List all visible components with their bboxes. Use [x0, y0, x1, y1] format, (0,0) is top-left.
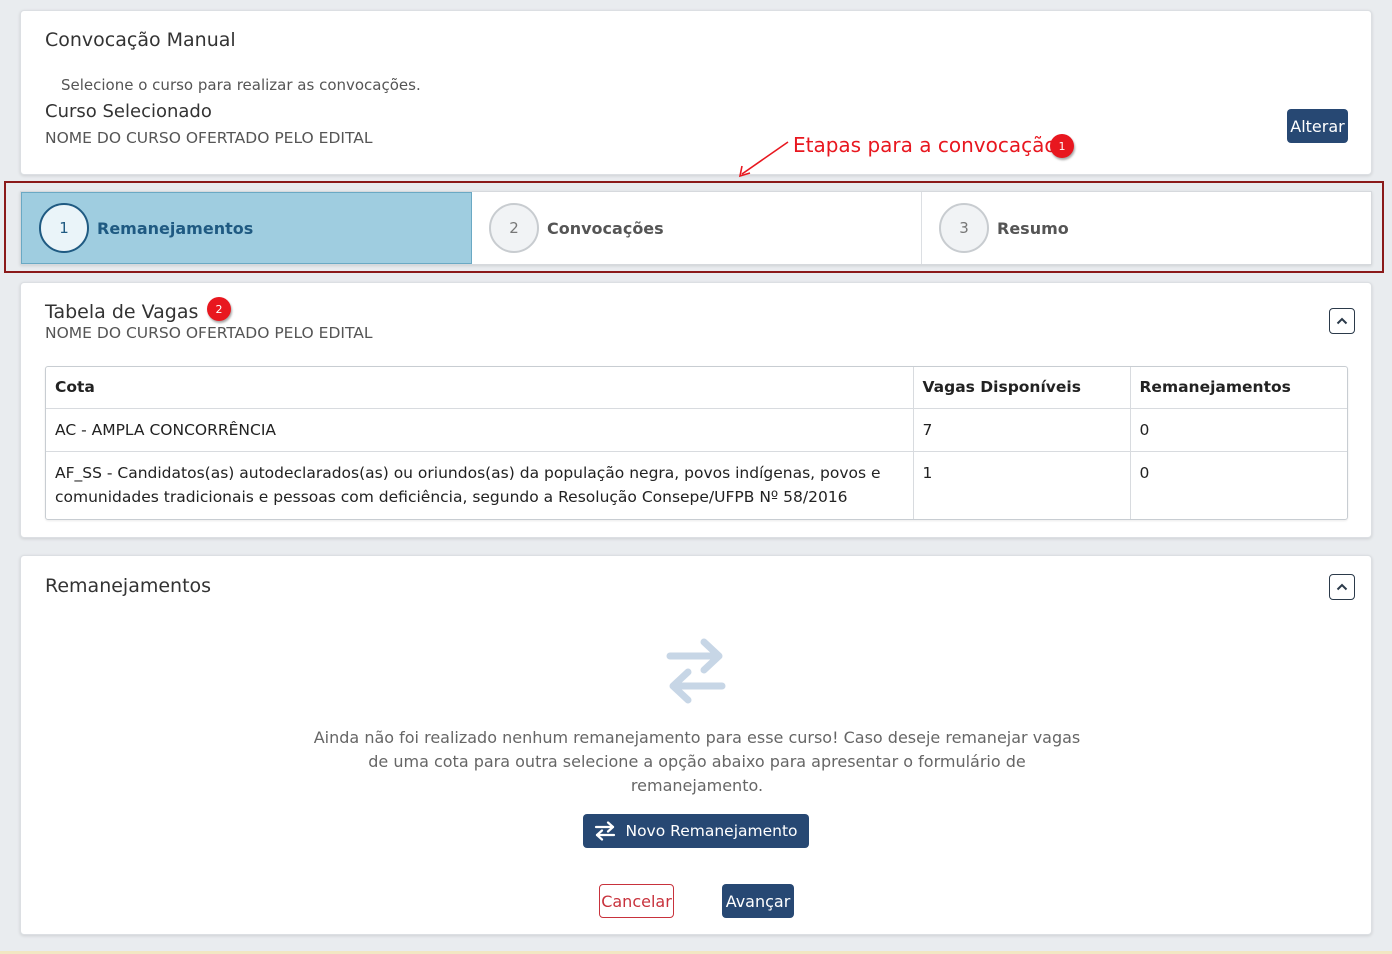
vagas-table: Cota Vagas Disponíveis Remanejamentos AC…: [45, 366, 1348, 520]
step-number: 1: [39, 203, 89, 253]
step-label: Resumo: [997, 218, 1069, 238]
change-course-button[interactable]: Alterar: [1287, 109, 1348, 143]
step-number: 3: [939, 203, 989, 253]
step-number: 2: [489, 203, 539, 253]
cell-remanejamentos: 0: [1129, 408, 1347, 452]
course-selection-card: Convocação Manual Selecione o curso para…: [20, 10, 1372, 175]
step-remanejamentos[interactable]: 1 Remanejamentos: [21, 192, 472, 264]
annotation-badge-1: 1: [1050, 134, 1074, 158]
step-resumo[interactable]: 3 Resumo: [922, 192, 1371, 264]
cell-cota: AF_SS - Candidatos(as) autodeclarados(as…: [55, 463, 881, 506]
annotation-arrow-icon: [738, 141, 789, 178]
empty-remanejamentos-message: Ainda não foi realizado nenhum remanejam…: [313, 728, 1081, 795]
next-button[interactable]: Avançar: [722, 884, 794, 918]
selected-course-name: NOME DO CURSO OFERTADO PELO EDITAL: [45, 129, 373, 147]
collapse-vagas-button[interactable]: [1329, 308, 1355, 334]
column-header-remanejamentos: Remanejamentos: [1129, 367, 1347, 409]
vagas-card: Tabela de Vagas 2 NOME DO CURSO OFERTADO…: [20, 282, 1372, 538]
cell-vagas: 1: [912, 451, 1130, 519]
course-instruction: Selecione o curso para realizar as convo…: [61, 76, 421, 94]
remanejamentos-title: Remanejamentos: [45, 575, 212, 597]
chevron-up-icon: [1336, 583, 1348, 591]
new-remanejamento-label: Novo Remanejamento: [625, 822, 798, 840]
column-header-cota: Cota: [46, 367, 913, 409]
table-row: AC - AMPLA CONCORRÊNCIA 7 0: [46, 408, 1347, 452]
stepper: 1 Remanejamentos 2 Convocações 3 Resumo: [20, 191, 1372, 265]
vagas-title: Tabela de Vagas: [45, 301, 199, 323]
selected-course-label: Curso Selecionado: [45, 101, 212, 122]
step-label: Remanejamentos: [97, 218, 254, 238]
table-row: AF_SS - Candidatos(as) autodeclarados(as…: [46, 451, 1347, 519]
swap-arrows-icon: [666, 638, 726, 704]
cell-remanejamentos: 0: [1129, 451, 1347, 519]
column-header-vagas: Vagas Disponíveis: [912, 367, 1130, 409]
new-remanejamento-button[interactable]: Novo Remanejamento: [583, 814, 809, 848]
step-label: Convocações: [547, 218, 664, 238]
cell-cota: AC - AMPLA CONCORRÊNCIA: [46, 408, 913, 452]
collapse-remanejamentos-button[interactable]: [1329, 574, 1355, 600]
remanejamentos-card: Remanejamentos Ainda não foi realizado n…: [20, 555, 1372, 935]
table-header-row: Cota Vagas Disponíveis Remanejamentos: [46, 367, 1347, 409]
chevron-up-icon: [1336, 317, 1348, 325]
vagas-course-name: NOME DO CURSO OFERTADO PELO EDITAL: [45, 324, 373, 342]
page-title: Convocação Manual: [45, 29, 236, 51]
annotation-badge-2: 2: [207, 297, 231, 321]
swap-arrows-icon: [595, 821, 616, 841]
step-convocacoes[interactable]: 2 Convocações: [472, 192, 922, 264]
steps-annotation-text: Etapas para a convocação: [793, 133, 1057, 157]
cancel-button[interactable]: Cancelar: [599, 884, 674, 918]
cell-vagas: 7: [912, 408, 1130, 452]
